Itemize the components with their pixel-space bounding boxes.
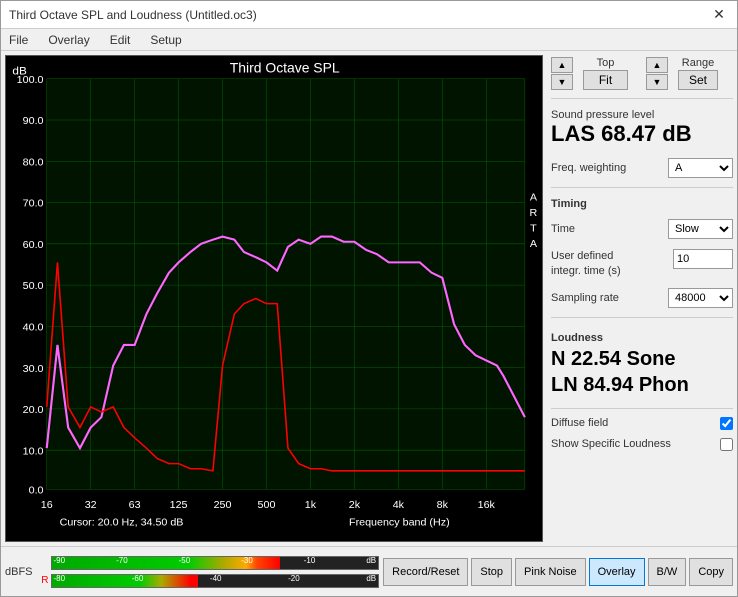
- svg-text:250: 250: [214, 499, 232, 511]
- top-up-button[interactable]: ▲: [551, 57, 573, 73]
- top-down-button[interactable]: ▼: [551, 74, 573, 90]
- diffuse-label: Diffuse field: [551, 417, 608, 429]
- time-label: Time: [551, 223, 575, 235]
- svg-text:4k: 4k: [393, 499, 405, 511]
- range-up-button[interactable]: ▲: [646, 57, 668, 73]
- spl-section-label: Sound pressure level: [551, 109, 733, 121]
- fit-button[interactable]: Fit: [583, 70, 628, 90]
- loudness-n-value: N 22.54 Sone: [551, 346, 733, 372]
- bottom-buttons: Record/Reset Stop Pink Noise Overlay B/W…: [383, 558, 733, 586]
- freq-weighting-select[interactable]: ABCZ: [668, 158, 733, 178]
- specific-checkbox[interactable]: [720, 438, 733, 451]
- svg-text:R: R: [530, 207, 538, 219]
- time-select[interactable]: SlowFastImpulse: [668, 219, 733, 239]
- svg-text:dB: dB: [12, 66, 27, 78]
- svg-text:50.0: 50.0: [23, 280, 44, 292]
- svg-text:0.0: 0.0: [29, 485, 44, 497]
- svg-text:A: A: [530, 238, 537, 250]
- diffuse-checkbox[interactable]: [720, 417, 733, 430]
- range-label: Range: [682, 57, 714, 69]
- svg-text:30.0: 30.0: [23, 363, 44, 375]
- timing-section-label: Timing: [551, 198, 733, 210]
- svg-text:10.0: 10.0: [23, 445, 44, 457]
- svg-text:Cursor: 20.0 Hz, 34.50 dB: Cursor: 20.0 Hz, 34.50 dB: [60, 517, 184, 529]
- bw-button[interactable]: B/W: [648, 558, 687, 586]
- svg-text:60.0: 60.0: [23, 239, 44, 251]
- pink-noise-button[interactable]: Pink Noise: [515, 558, 586, 586]
- svg-text:16k: 16k: [478, 499, 496, 511]
- specific-label: Show Specific Loudness: [551, 438, 671, 450]
- right-panel: ▲ ▼ Top Fit ▲ ▼ Range Set: [547, 51, 737, 546]
- svg-text:32: 32: [85, 499, 97, 511]
- svg-text:8k: 8k: [437, 499, 449, 511]
- integr-input[interactable]: [673, 249, 733, 269]
- svg-text:Frequency band (Hz): Frequency band (Hz): [349, 517, 450, 529]
- overlay-button[interactable]: Overlay: [589, 558, 645, 586]
- sampling-label: Sampling rate: [551, 292, 619, 304]
- svg-text:40.0: 40.0: [23, 322, 44, 334]
- top-label: Top: [597, 57, 615, 69]
- svg-text:Third Octave SPL: Third Octave SPL: [230, 61, 340, 76]
- svg-text:80.0: 80.0: [23, 157, 44, 169]
- bottom-section: dBFS -90 -70 -50 -30 -10 dB: [1, 546, 737, 596]
- svg-text:T: T: [530, 223, 537, 235]
- spl-value: LAS 68.47 dB: [551, 121, 733, 147]
- svg-text:2k: 2k: [349, 499, 361, 511]
- menu-setup[interactable]: Setup: [146, 31, 185, 49]
- record-reset-button[interactable]: Record/Reset: [383, 558, 468, 586]
- stop-button[interactable]: Stop: [471, 558, 512, 586]
- svg-text:63: 63: [129, 499, 141, 511]
- svg-text:A: A: [530, 192, 537, 204]
- svg-text:125: 125: [170, 499, 188, 511]
- level-meters: -90 -70 -50 -30 -10 dB R -80 -60: [37, 555, 380, 589]
- svg-text:1k: 1k: [305, 499, 317, 511]
- menu-bar: File Overlay Edit Setup: [1, 29, 737, 51]
- svg-text:500: 500: [258, 499, 276, 511]
- copy-button[interactable]: Copy: [689, 558, 733, 586]
- svg-text:16: 16: [41, 499, 53, 511]
- svg-text:70.0: 70.0: [23, 198, 44, 210]
- integr-label: User defined integr. time (s): [551, 249, 641, 278]
- menu-edit[interactable]: Edit: [106, 31, 135, 49]
- menu-file[interactable]: File: [5, 31, 32, 49]
- svg-text:20.0: 20.0: [23, 404, 44, 416]
- svg-text:90.0: 90.0: [23, 115, 44, 127]
- chart-area: 100.0 90.0 80.0 70.0 60.0 50.0 40.0 30.0…: [5, 55, 543, 542]
- dbfs-label: dBFS: [5, 566, 33, 578]
- close-button[interactable]: ✕: [709, 5, 729, 25]
- range-down-button[interactable]: ▼: [646, 74, 668, 90]
- loudness-section-label: Loudness: [551, 332, 733, 344]
- set-button[interactable]: Set: [678, 70, 718, 90]
- menu-overlay[interactable]: Overlay: [44, 31, 93, 49]
- freq-weighting-label: Freq. weighting: [551, 162, 626, 174]
- sampling-select[interactable]: 480004410096000: [668, 288, 733, 308]
- loudness-ln-value: LN 84.94 Phon: [551, 372, 733, 398]
- window-title: Third Octave SPL and Loudness (Untitled.…: [9, 8, 257, 22]
